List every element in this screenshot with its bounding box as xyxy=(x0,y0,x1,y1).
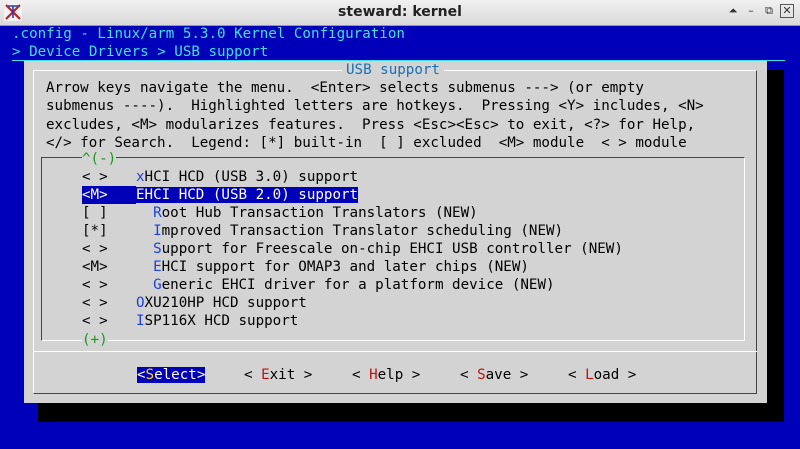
item-label: HCI HCD (USB 3.0) support xyxy=(144,169,359,185)
help-text: Arrow keys navigate the menu. <Enter> se… xyxy=(46,79,704,152)
load-button[interactable]: < Load > xyxy=(568,366,636,384)
item-label: SP116X HCD support xyxy=(144,313,299,329)
menu-item-isp116x[interactable]: < > ISP116X HCD support xyxy=(82,312,298,330)
menu-item-xhci-hcd[interactable]: < > xHCI HCD (USB 3.0) support xyxy=(82,168,358,186)
item-state: < > xyxy=(82,313,108,329)
menu-item-oxu210hp[interactable]: < > OXU210HP HCD support xyxy=(82,294,307,312)
item-state: [*] xyxy=(82,223,108,239)
button-label: elect xyxy=(154,367,197,383)
item-indent xyxy=(136,223,153,239)
exit-button[interactable]: < Exit > xyxy=(244,366,312,384)
dialog-title: USB support xyxy=(342,61,444,79)
button-bracket: > xyxy=(403,367,421,383)
menu-item-generic-ehci[interactable]: < > Generic EHCI driver for a platform d… xyxy=(82,276,555,294)
item-hotkey: I xyxy=(153,223,162,239)
item-label: HCI HCD (USB 2.0) support xyxy=(144,187,359,203)
window-titlebar: steward: kernel ⏶ – ⧉ ✕ xyxy=(0,0,800,26)
help-line: </> for Search. Legend: [*] built-in [ ]… xyxy=(46,134,687,151)
shade-icon[interactable]: ⏶ xyxy=(726,4,740,18)
button-bracket: > xyxy=(295,367,313,383)
item-hotkey: E xyxy=(153,259,162,275)
maximize-icon[interactable]: ⧉ xyxy=(762,4,776,18)
item-hotkey: x xyxy=(136,169,145,185)
item-label: oot Hub Transaction Translators (NEW) xyxy=(161,205,478,221)
menu-item-ehci-omap3[interactable]: <M> EHCI support for OMAP3 and later chi… xyxy=(82,258,529,276)
item-label: upport for Freescale on-chip EHCI USB co… xyxy=(161,241,623,257)
item-state: < > xyxy=(82,169,108,185)
minimize-icon[interactable]: – xyxy=(744,4,758,18)
item-label: eneric EHCI driver for a platform device… xyxy=(161,277,555,293)
item-hotkey: I xyxy=(136,313,145,329)
button-bracket: > xyxy=(619,367,637,383)
item-label: HCI support for OMAP3 and later chips (N… xyxy=(161,259,529,275)
button-bracket: < xyxy=(568,367,586,383)
item-indent xyxy=(136,241,153,257)
usb-support-dialog: USB support Arrow keys navigate the menu… xyxy=(24,61,767,403)
window-title: steward: kernel xyxy=(338,4,462,20)
button-bracket: < xyxy=(137,367,146,383)
save-button[interactable]: < Save > xyxy=(460,366,528,384)
help-line: Arrow keys navigate the menu. <Enter> se… xyxy=(46,80,644,96)
item-hotkey: O xyxy=(136,295,145,311)
button-bracket: < xyxy=(244,367,262,383)
button-label: elp xyxy=(377,367,404,383)
window-controls: ⏶ – ⧉ ✕ xyxy=(726,4,794,18)
item-state: < > xyxy=(82,241,108,257)
item-hotkey: R xyxy=(153,205,162,221)
menu-item-freescale-ehci[interactable]: < > Support for Freescale on-chip EHCI U… xyxy=(82,240,623,258)
button-label: xit xyxy=(269,367,296,383)
item-indent xyxy=(136,205,153,221)
button-bracket: > xyxy=(196,367,206,383)
dialog-shadow-bottom xyxy=(38,403,784,422)
breadcrumb: > Device Drivers > USB support xyxy=(12,44,269,60)
item-indent xyxy=(136,277,153,293)
item-hotkey: S xyxy=(153,241,162,257)
button-hotkey: S xyxy=(145,367,155,383)
button-bracket: > xyxy=(511,367,529,383)
item-hotkey: E xyxy=(136,187,145,203)
menu-item-ehci-hcd[interactable]: <M> EHCI HCD (USB 2.0) support xyxy=(82,186,359,204)
item-state: < > xyxy=(82,277,108,293)
button-hotkey: H xyxy=(369,367,378,383)
button-hotkey: E xyxy=(261,367,270,383)
scroll-up-indicator[interactable]: ^(-) xyxy=(82,150,117,168)
button-separator xyxy=(34,351,757,352)
item-state: [ ] xyxy=(82,205,108,221)
help-line: submenus ----). Highlighted letters are … xyxy=(46,98,704,115)
button-bracket: < xyxy=(352,367,370,383)
dialog-shadow-right xyxy=(767,70,784,422)
button-hotkey: L xyxy=(585,367,594,383)
help-line: excludes, <M> modularizes features. Pres… xyxy=(46,116,696,133)
item-label: XU210HP HCD support xyxy=(144,295,307,311)
item-label: mproved Transaction Translator schedulin… xyxy=(161,223,564,239)
help-button[interactable]: < Help > xyxy=(352,366,420,384)
button-hotkey: S xyxy=(477,367,486,383)
button-label: ave xyxy=(485,367,512,383)
item-state: < > xyxy=(82,295,108,311)
item-hotkey: G xyxy=(153,277,162,293)
scroll-down-indicator[interactable]: (+) xyxy=(82,331,108,349)
close-icon[interactable]: ✕ xyxy=(780,4,794,18)
select-button[interactable]: <Select> xyxy=(137,366,206,384)
item-state: <M> xyxy=(82,186,136,204)
config-title: .config - Linux/arm 5.3.0 Kernel Configu… xyxy=(12,26,405,42)
menu-item-improved-tt[interactable]: [*] Improved Transaction Translator sche… xyxy=(82,222,563,240)
button-label: oad xyxy=(593,367,620,383)
button-bracket: < xyxy=(460,367,478,383)
menu-item-root-hub-tt[interactable]: [ ] Root Hub Transaction Translators (NE… xyxy=(82,204,478,222)
item-indent xyxy=(136,259,153,275)
item-state: <M> xyxy=(82,259,108,275)
